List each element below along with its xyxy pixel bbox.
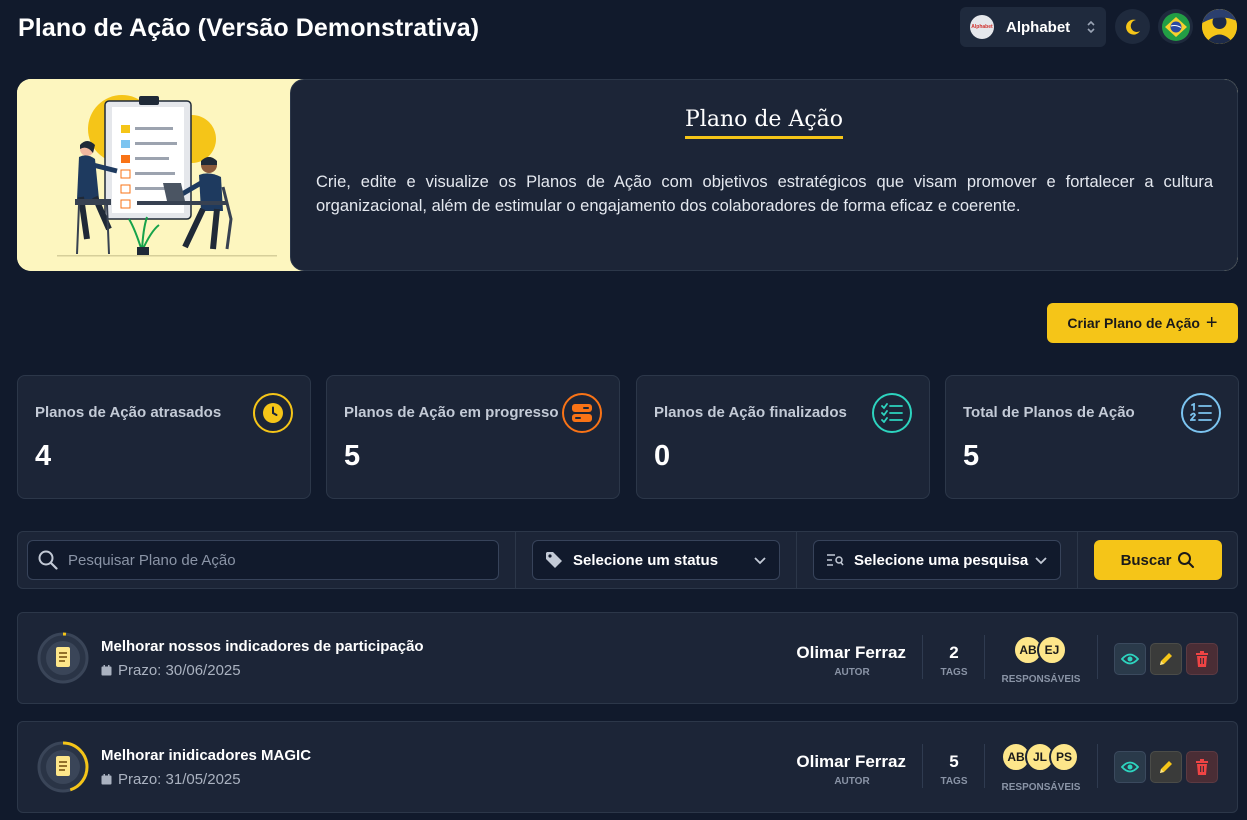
view-button[interactable] xyxy=(1114,643,1146,675)
search-field[interactable] xyxy=(27,540,499,580)
user-avatar-icon xyxy=(1202,9,1237,44)
plan-progress-ring xyxy=(37,741,89,793)
page-title: Plano de Ação (Versão Demonstrativa) xyxy=(18,14,480,42)
brazil-flag-icon xyxy=(1161,12,1190,41)
trash-icon xyxy=(1196,651,1208,667)
tags-label: TAGS xyxy=(940,776,968,787)
delete-button[interactable] xyxy=(1186,643,1218,675)
language-button[interactable] xyxy=(1158,9,1193,44)
hero-info-panel: Plano de Ação Crie, edite e visualize os… xyxy=(290,79,1238,271)
pencil-icon xyxy=(1160,761,1172,773)
calendar-icon xyxy=(101,665,112,676)
stat-label: Planos de Ação em progresso xyxy=(344,404,559,421)
tag-icon xyxy=(546,552,562,568)
hero-banner: Plano de Ação Crie, edite e visualize os… xyxy=(17,79,1238,271)
calendar-icon xyxy=(101,774,112,785)
status-select[interactable]: Selecione um status xyxy=(532,540,780,580)
create-action-plan-button[interactable]: Criar Plano de Ação + xyxy=(1047,303,1238,343)
trash-icon xyxy=(1196,759,1208,775)
author-label: AUTOR xyxy=(834,776,870,787)
moon-icon xyxy=(1125,19,1140,35)
view-button[interactable] xyxy=(1114,751,1146,783)
hero-description: Crie, edite e visualize os Planos de Açã… xyxy=(316,173,1213,215)
responsibles-label: RESPONSÁVEIS xyxy=(1001,782,1081,793)
stat-card-in-progress: Planos de Ação em progresso 5 xyxy=(326,375,620,499)
search-input[interactable] xyxy=(68,551,498,569)
top-bar: Plano de Ação (Versão Demonstrativa) Alp… xyxy=(0,0,1247,60)
responsible-avatar[interactable]: EJ xyxy=(1037,635,1067,665)
plan-title: Melhorar nossos indicadores de participa… xyxy=(101,638,424,655)
stat-value: 5 xyxy=(344,440,361,472)
pencil-icon xyxy=(1160,653,1172,665)
tags-label: TAGS xyxy=(940,667,968,678)
responsibles-label: RESPONSÁVEIS xyxy=(1001,674,1081,685)
divider xyxy=(922,635,923,679)
company-logo: Alphabet xyxy=(970,15,994,39)
checklist-icon xyxy=(872,393,912,433)
chevron-up-down-icon xyxy=(1086,19,1096,36)
company-selector[interactable]: Alphabet Alphabet xyxy=(960,7,1106,47)
plan-deadline: Prazo: 31/05/2025 xyxy=(101,771,241,788)
eye-icon xyxy=(1121,653,1139,665)
divider xyxy=(984,744,985,788)
research-select-label: Selecione uma pesquisa xyxy=(854,551,1029,569)
status-select-label: Selecione um status xyxy=(573,551,719,569)
divider xyxy=(515,532,516,588)
company-name: Alphabet xyxy=(1006,18,1071,36)
stat-card-total: Total de Planos de Ação 5 xyxy=(945,375,1239,499)
divider xyxy=(796,532,797,588)
stat-label: Total de Planos de Ação xyxy=(963,404,1135,421)
chevron-down-icon xyxy=(754,557,766,565)
stat-card-overdue: Planos de Ação atrasados 4 xyxy=(17,375,311,499)
team-planning-illustration xyxy=(17,79,317,271)
clock-icon xyxy=(253,393,293,433)
eye-icon xyxy=(1121,761,1139,773)
hero-title: Plano de Ação xyxy=(291,107,1237,139)
list-search-icon xyxy=(827,554,844,566)
edit-button[interactable] xyxy=(1150,751,1182,783)
plan-deadline-text: Prazo: 30/06/2025 xyxy=(118,662,241,679)
edit-button[interactable] xyxy=(1150,643,1182,675)
filter-bar: Selecione um status Selecione uma pesqui… xyxy=(17,531,1238,589)
research-select[interactable]: Selecione uma pesquisa xyxy=(813,540,1061,580)
chevron-down-icon xyxy=(1035,557,1047,565)
divider xyxy=(1097,635,1098,679)
stat-value: 4 xyxy=(35,440,52,472)
plan-author: Olimar Ferraz xyxy=(796,643,906,662)
divider xyxy=(984,635,985,679)
plan-progress-ring xyxy=(37,632,89,684)
plan-title: Melhorar inidicadores MAGIC xyxy=(101,747,312,764)
progress-icon xyxy=(562,393,602,433)
stat-label: Planos de Ação finalizados xyxy=(654,404,847,421)
action-plan-row[interactable]: Melhorar nossos indicadores de participa… xyxy=(17,612,1238,704)
plan-tags-count: 2 xyxy=(949,643,959,662)
search-icon xyxy=(1178,552,1195,568)
numbered-list-icon xyxy=(1181,393,1221,433)
stat-value: 0 xyxy=(654,440,671,472)
action-plan-row[interactable]: Melhorar inidicadores MAGIC Prazo: 31/05… xyxy=(17,721,1238,813)
stat-card-finished: Planos de Ação finalizados 0 xyxy=(636,375,930,499)
divider xyxy=(922,744,923,788)
author-label: AUTOR xyxy=(834,667,870,678)
theme-toggle-button[interactable] xyxy=(1115,9,1150,44)
responsible-avatar[interactable]: PS xyxy=(1049,742,1079,772)
plan-tags-count: 5 xyxy=(949,752,959,771)
search-button-label: Buscar xyxy=(1120,551,1172,569)
stat-value: 5 xyxy=(963,440,980,472)
stat-label: Planos de Ação atrasados xyxy=(35,404,222,421)
user-avatar-button[interactable] xyxy=(1202,9,1237,44)
search-icon xyxy=(38,550,58,570)
delete-button[interactable] xyxy=(1186,751,1218,783)
plus-icon: + xyxy=(1205,312,1218,334)
plan-deadline-text: Prazo: 31/05/2025 xyxy=(118,771,241,788)
create-button-label: Criar Plano de Ação xyxy=(1067,315,1200,331)
plan-deadline: Prazo: 30/06/2025 xyxy=(101,662,241,679)
search-button[interactable]: Buscar xyxy=(1094,540,1222,580)
divider xyxy=(1077,532,1078,588)
plan-author: Olimar Ferraz xyxy=(796,752,906,771)
divider xyxy=(1097,744,1098,788)
